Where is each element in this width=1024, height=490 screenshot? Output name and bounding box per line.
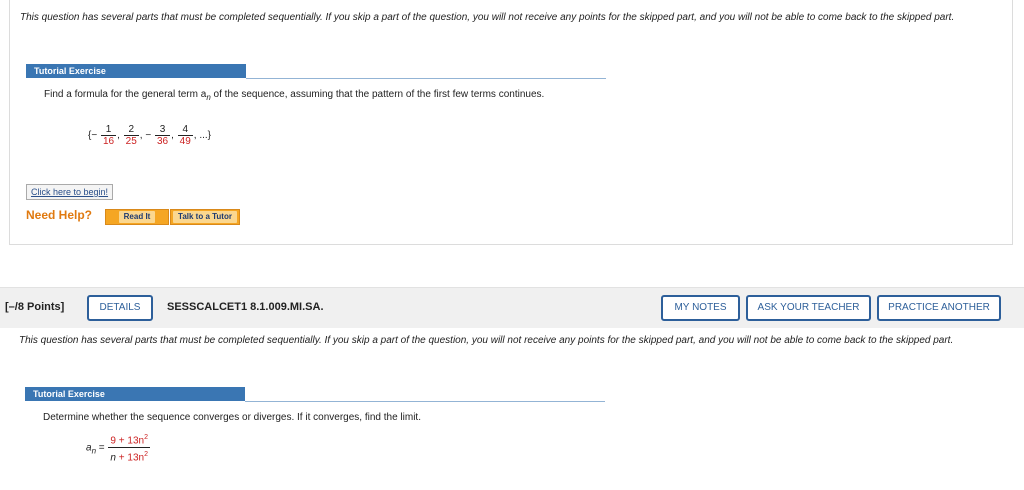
question-2-intro: This question has several parts that mus… — [19, 335, 954, 346]
question-1-card: This question has several parts that mus… — [9, 0, 1013, 245]
tutorial-exercise-header-2: Tutorial Exercise — [25, 387, 245, 401]
need-help-label: Need Help? — [26, 208, 93, 222]
sequence-formula: an = 9 + 13n2 n + 13n2 — [86, 431, 151, 465]
formula-fraction: 9 + 13n2 n + 13n2 — [108, 434, 150, 464]
my-notes-button[interactable]: MY NOTES — [661, 295, 740, 321]
points-label: [–/8 Points] — [5, 301, 65, 313]
practice-another-button[interactable]: PRACTICE ANOTHER — [877, 295, 1001, 321]
sequence-expression: {− 1 16, 2 25, − 3 36, 4 49, ...} — [88, 124, 212, 147]
question-id: SESSCALCET1 8.1.009.MI.SA. — [167, 301, 324, 313]
question-1-prompt: Find a formula for the general term an o… — [44, 89, 545, 102]
details-button[interactable]: DETAILS — [87, 295, 153, 321]
ask-teacher-button[interactable]: ASK YOUR TEACHER — [746, 295, 871, 321]
tutorial-divider — [246, 78, 606, 79]
sequence-open-brace: {− — [88, 130, 98, 142]
question-1-intro: This question has several parts that mus… — [20, 12, 955, 23]
sequence-close-brace: , ...} — [193, 130, 212, 142]
talk-to-tutor-button[interactable]: Talk to a Tutor — [170, 209, 240, 225]
sequence-term-1: 1 16 — [100, 124, 117, 147]
tutorial-exercise-header: Tutorial Exercise — [26, 64, 246, 78]
sequence-term-3: 3 36 — [154, 124, 171, 147]
begin-button[interactable]: Click here to begin! — [26, 184, 114, 200]
sequence-term-2: 2 25 — [123, 124, 139, 147]
sequence-term-4: 4 49 — [177, 124, 193, 147]
read-it-button[interactable]: Read It — [105, 209, 169, 225]
question-2-card: This question has several parts that mus… — [9, 328, 1011, 490]
question-2-prompt: Determine whether the sequence converges… — [43, 412, 421, 423]
tutorial-divider-2 — [245, 401, 605, 402]
question-2-header: [–/8 Points] DETAILS SESSCALCET1 8.1.009… — [0, 287, 1024, 328]
